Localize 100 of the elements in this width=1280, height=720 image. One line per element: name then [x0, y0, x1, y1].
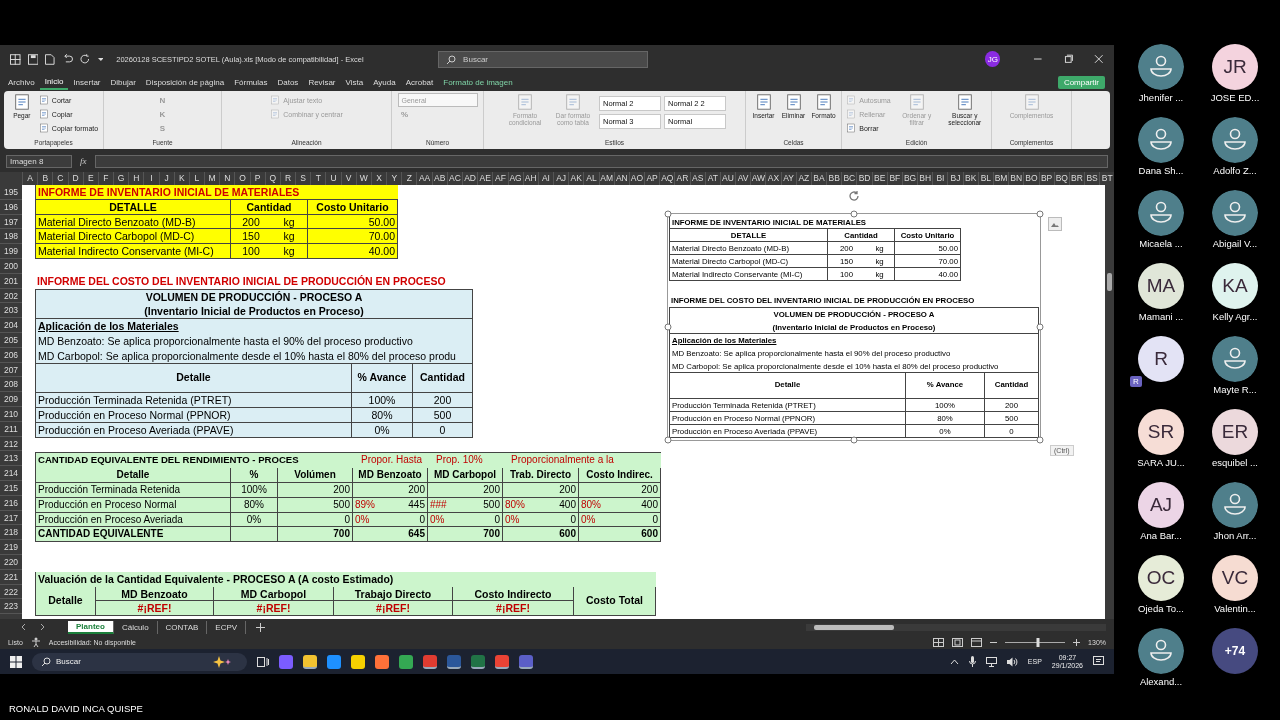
row-number[interactable]: 203 — [0, 303, 22, 319]
table-cell: 200 — [353, 482, 428, 498]
participant-name: Dana Sh... — [1138, 165, 1184, 176]
column-header: DETALLE — [36, 199, 231, 215]
ribbon-tab[interactable]: Fórmulas — [229, 75, 273, 89]
table-cell: Producción en Proceso Normal (PPNOR) — [36, 407, 352, 423]
row-number[interactable]: 216 — [0, 495, 22, 511]
table-cell: 600 — [503, 527, 579, 543]
row-number[interactable]: 204 — [0, 318, 22, 333]
row-number[interactable]: 219 — [0, 540, 22, 555]
table-cell: 700 — [428, 527, 503, 543]
ribbon-tab[interactable]: Disposición de página — [140, 75, 230, 89]
participant-name: Valentin... — [1214, 603, 1256, 614]
ribbon-tab[interactable]: Vista — [340, 75, 369, 89]
table-cell: 0% 0 — [353, 512, 428, 528]
row-number[interactable]: 212 — [0, 436, 22, 452]
ribbon-tab[interactable]: Insertar — [68, 75, 106, 89]
participant-name: JOSE ED... — [1210, 92, 1260, 103]
user-avatar[interactable]: JG — [985, 51, 1001, 67]
ribbon-tab[interactable]: Inicio — [39, 74, 69, 90]
table-heading: (Inventario Inicial de Productos en Proceso) — [36, 304, 473, 320]
table-cell: 100% — [352, 393, 413, 408]
row-number[interactable]: 205 — [0, 332, 22, 348]
participant-avatar: SR — [1138, 409, 1184, 455]
row-number[interactable]: 202 — [0, 288, 22, 304]
ribbon-tab[interactable]: Datos — [272, 75, 304, 89]
section-heading: Aplicación de los Materiales — [36, 319, 473, 334]
participant-avatar: R — [1138, 336, 1184, 382]
row-number[interactable]: 195 — [0, 185, 22, 200]
table-cell: #¡REF! — [96, 601, 214, 617]
sheet-tab[interactable]: Planteo — [68, 620, 114, 634]
table-cell: 80% 400 — [503, 497, 579, 513]
ribbon-tab[interactable]: Dibujar — [105, 75, 141, 89]
column-header: Cantidad — [413, 363, 473, 394]
row-number[interactable]: 198 — [0, 229, 22, 245]
sheet-tab[interactable]: CONTAB — [157, 620, 208, 634]
more-participants-button[interactable]: +74 — [1212, 628, 1258, 674]
taskbar-search-field[interactable]: Buscar — [32, 652, 247, 671]
row-number[interactable]: 196 — [0, 199, 22, 215]
row-number[interactable]: 199 — [0, 244, 22, 259]
row-number[interactable]: 197 — [0, 214, 22, 230]
table-cell: 500 — [413, 407, 473, 423]
participant-avatar: MA — [1138, 263, 1184, 309]
row-number[interactable]: 221 — [0, 569, 22, 585]
ribbon-tab[interactable]: Revisar — [303, 75, 341, 89]
row-number[interactable]: 201 — [0, 273, 22, 289]
table-cell: Producción Terminada Retenida (PTRET) — [36, 393, 352, 408]
column-header: MD Benzoato — [353, 468, 428, 483]
table-cell: 80% 400 — [579, 497, 661, 513]
table-cell: Material Indirecto Conservante (MI-C) — [36, 244, 231, 259]
sheet-tab[interactable]: ECPV — [207, 620, 247, 634]
column-header: MD Carbopol — [214, 586, 334, 602]
table-cell: 600 — [579, 527, 661, 543]
ribbon-tab[interactable]: Ayuda — [368, 75, 401, 89]
column-header: MD Benzoato — [96, 586, 214, 602]
row-number[interactable]: 200 — [0, 259, 22, 274]
row-number[interactable]: 210 — [0, 406, 22, 422]
table-cell: 70.00 — [308, 229, 398, 245]
table-cell: #¡REF! — [214, 601, 334, 617]
table-cell: 200 — [231, 214, 271, 230]
table-cell: 150 — [231, 229, 271, 245]
row-number[interactable]: 209 — [0, 392, 22, 407]
row-number[interactable]: 214 — [0, 466, 22, 481]
row-number[interactable]: 206 — [0, 347, 22, 363]
row-number[interactable]: 217 — [0, 510, 22, 526]
row-number[interactable]: 220 — [0, 554, 22, 570]
row-number[interactable]: 223 — [0, 599, 22, 615]
remark-text: Proporcionalmente a la — [510, 453, 615, 468]
participant-name: Jhon Arr... — [1213, 530, 1257, 541]
table-title: CANTIDAD EQUIVALENTE DEL RENDIMIENTO - PROCES — [37, 453, 300, 468]
table-cell: 0 — [278, 512, 353, 528]
table-cell: ### 500 — [428, 497, 503, 513]
row-number[interactable]: 218 — [0, 525, 22, 541]
column-header: Detalle — [36, 586, 96, 617]
name-box[interactable]: Imagen 8 — [6, 154, 72, 168]
ribbon-tab[interactable]: Acrobat — [400, 75, 439, 89]
participant-name: Ana Bar... — [1140, 530, 1182, 541]
participant-avatar: KA — [1212, 263, 1258, 309]
table-cell: kg — [271, 244, 308, 259]
row-number[interactable]: 213 — [0, 451, 22, 467]
search-field[interactable]: Buscar — [438, 50, 649, 68]
column-header: Costo Total — [574, 586, 656, 617]
table-cell: 200 — [579, 482, 661, 498]
table-cell: 645 — [353, 527, 428, 543]
row-number[interactable]: 222 — [0, 584, 22, 600]
row-number[interactable]: 211 — [0, 421, 22, 437]
ribbon-tab[interactable]: Archivo — [3, 75, 40, 89]
table-cell: 0% — [231, 512, 278, 528]
row-number[interactable]: 208 — [0, 377, 22, 393]
row-number[interactable]: 207 — [0, 362, 22, 378]
row-number[interactable]: 215 — [0, 480, 22, 496]
presenter-name: RONALD DAVID INCA QUISPE — [9, 703, 143, 714]
table-cell: 40.00 — [308, 244, 398, 259]
ribbon-tab[interactable]: Formato de imagen — [438, 75, 518, 89]
remark-text: Propor. Hasta — [360, 453, 424, 468]
sheet-tab[interactable]: Cálculo — [113, 620, 158, 634]
table-cell: Producción en Proceso Averiada — [36, 512, 231, 528]
column-header: MD Carbopol — [428, 468, 503, 483]
table-cell: 0% 0 — [428, 512, 503, 528]
table-cell: 200 — [278, 482, 353, 498]
